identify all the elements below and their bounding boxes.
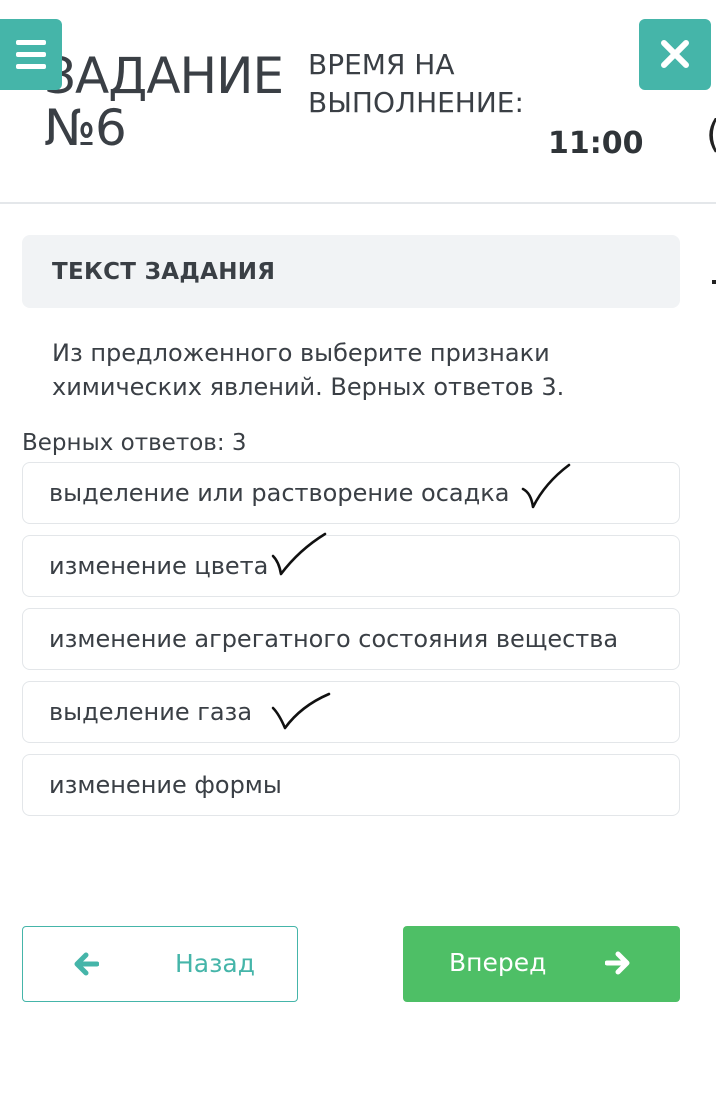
time-label: ВРЕМЯ НА ВЫПОЛНЕНИЕ: bbox=[308, 48, 524, 119]
menu-button[interactable] bbox=[0, 19, 62, 90]
handwritten-check-icon bbox=[271, 692, 331, 730]
cropped-edge-glyph: ( bbox=[706, 112, 716, 156]
arrow-left-icon bbox=[74, 952, 99, 976]
answer-option-label: изменение формы bbox=[49, 771, 282, 799]
answers-count: Верных ответов: 3 bbox=[22, 430, 247, 456]
task-text-panel: ТЕКСТ ЗАДАНИЯ bbox=[22, 235, 680, 308]
hamburger-menu-icon bbox=[16, 40, 46, 45]
answer-option-label: изменение агрегатного состояния вещества bbox=[49, 625, 619, 653]
cropped-edge-mark bbox=[712, 280, 716, 284]
answer-option-4[interactable]: выделение газа bbox=[22, 681, 680, 743]
answer-option-5[interactable]: изменение формы bbox=[22, 754, 680, 816]
handwritten-check-icon bbox=[271, 532, 327, 576]
question-text: Из предложенного выберите признаки химич… bbox=[52, 339, 565, 401]
header-divider bbox=[0, 202, 716, 204]
next-button-label: Вперед bbox=[449, 948, 547, 977]
next-button[interactable]: Вперед bbox=[403, 926, 680, 1002]
answer-option-label: изменение цвета bbox=[49, 552, 269, 580]
arrow-right-icon bbox=[605, 951, 630, 975]
close-icon bbox=[661, 40, 689, 68]
answer-option-label: выделение или растворение осадка bbox=[49, 479, 510, 507]
task-text-heading: ТЕКСТ ЗАДАНИЯ bbox=[52, 259, 276, 285]
answer-option-label: выделение газа bbox=[49, 698, 253, 726]
time-value: 11:00 bbox=[548, 126, 644, 161]
answer-option-2[interactable]: изменение цвета bbox=[22, 532, 680, 597]
task-title: ЗАДАНИЕ №6 bbox=[44, 47, 284, 157]
back-button[interactable]: Назад bbox=[22, 926, 298, 1002]
answer-option-3[interactable]: изменение агрегатного состояния вещества bbox=[22, 608, 680, 670]
back-button-label: Назад bbox=[175, 949, 256, 978]
answer-option-1[interactable]: выделение или растворение осадка bbox=[22, 462, 680, 524]
close-button[interactable] bbox=[639, 19, 711, 90]
handwritten-check-icon bbox=[521, 463, 571, 509]
